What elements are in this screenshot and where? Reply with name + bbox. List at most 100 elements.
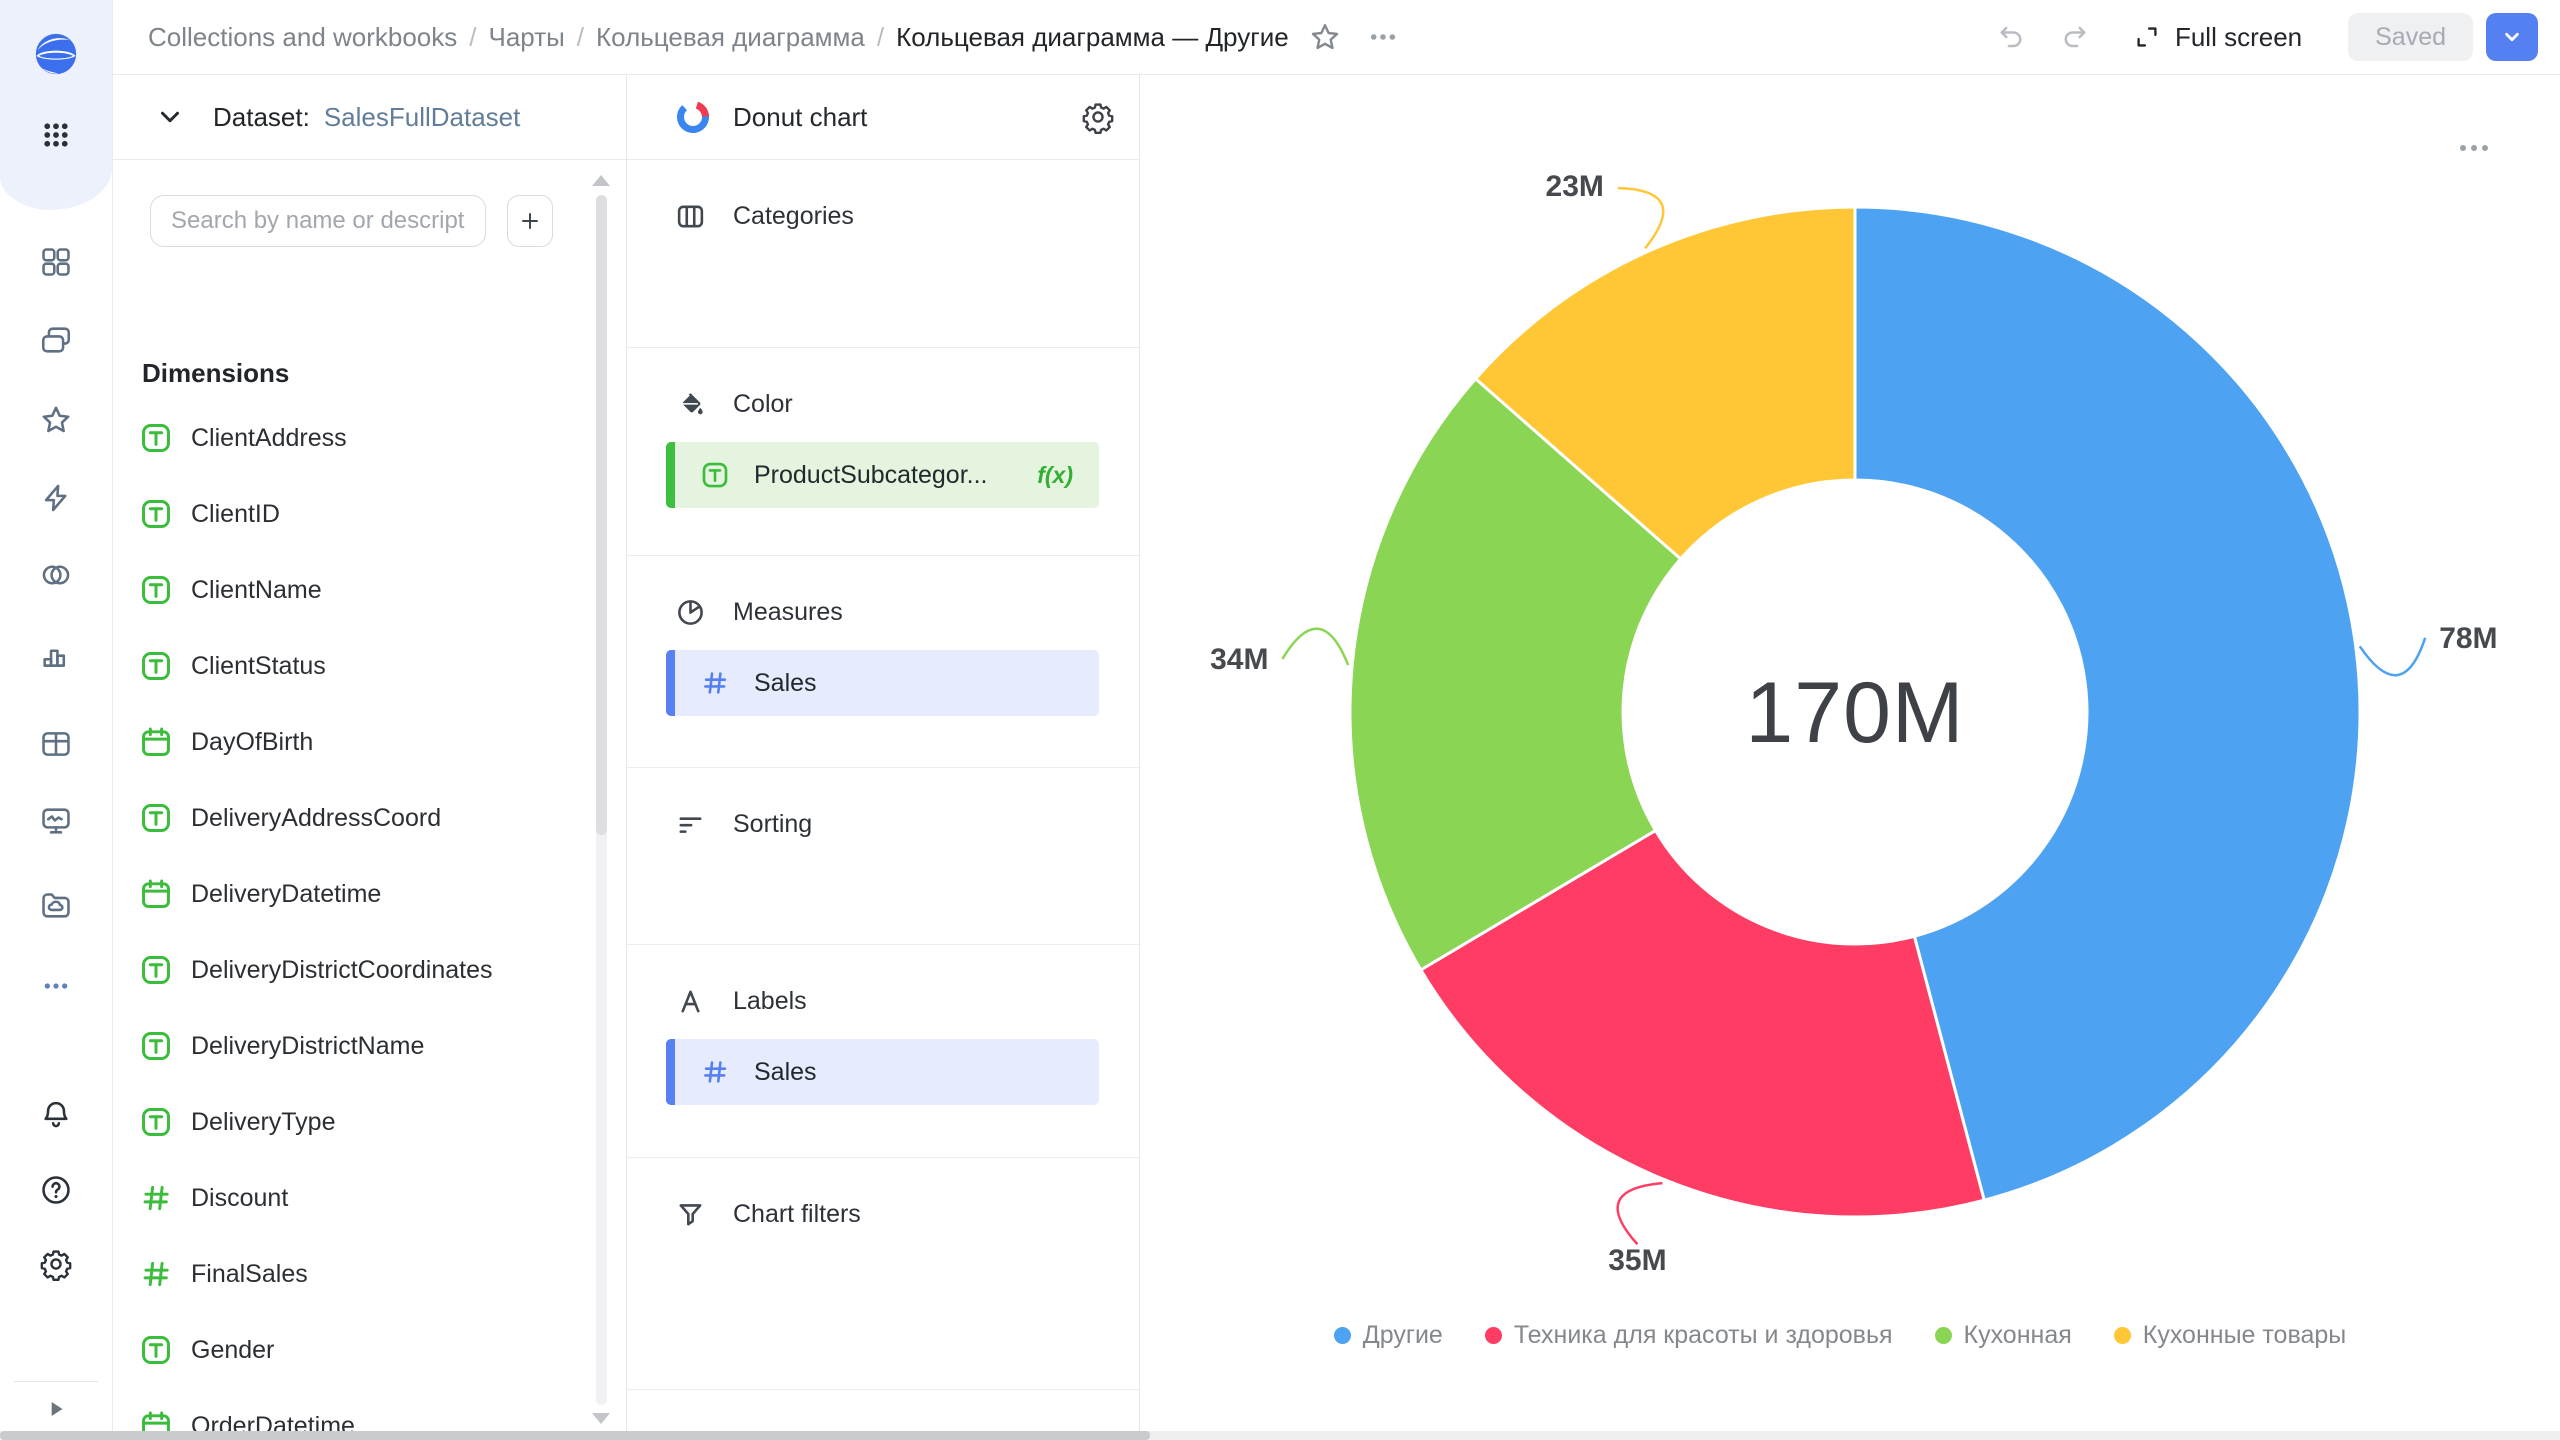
text-type-icon: [139, 1105, 173, 1139]
chart-preview-panel: 78M35M34M23M170M ДругиеТехника для красо…: [1140, 75, 2560, 1440]
paint-bucket-icon: [675, 389, 706, 420]
search-input[interactable]: [150, 195, 486, 247]
section-label: Color: [733, 390, 793, 419]
chevron-down-icon: [2499, 24, 2525, 50]
dataset-field-Gender[interactable]: Gender: [139, 1312, 566, 1388]
legend-item[interactable]: Кухонная: [1935, 1321, 2072, 1350]
legend-dot: [1334, 1327, 1351, 1344]
labels-drop-zone[interactable]: Sales: [666, 1039, 1099, 1105]
config-section-categories: Categories: [627, 160, 1139, 348]
chevron-down-icon[interactable]: [155, 102, 185, 132]
datasets-venn-icon[interactable]: [39, 558, 73, 592]
breadcrumb-item[interactable]: Collections and workbooks: [148, 22, 457, 53]
dataset-field-ClientID[interactable]: ClientID: [139, 476, 566, 552]
dataset-panel: Dataset: SalesFullDataset Dimensions Cli…: [112, 75, 627, 1440]
breadcrumb-item[interactable]: Кольцевая диаграмма: [596, 22, 865, 53]
text-type-icon: [139, 649, 173, 683]
funnel-icon: [675, 1199, 706, 1230]
slice-value-label: 23M: [1546, 170, 1604, 203]
dataset-field-DeliveryDistrictName[interactable]: DeliveryDistrictName: [139, 1008, 566, 1084]
help-icon[interactable]: [39, 1173, 73, 1207]
full-screen-label: Full screen: [2175, 22, 2302, 53]
dataset-field-ClientStatus[interactable]: ClientStatus: [139, 628, 566, 704]
plus-icon: [518, 209, 542, 233]
text-type-icon: [139, 1029, 173, 1063]
measures-drop-zone[interactable]: Sales: [666, 650, 1099, 716]
sidebar-divider: [14, 1381, 98, 1382]
text-type-icon: [139, 573, 173, 607]
tables-icon[interactable]: [39, 727, 73, 761]
undo-icon[interactable]: [1997, 22, 2027, 52]
horizontal-scrollbar-track[interactable]: [0, 1431, 2560, 1440]
notifications-bell-icon[interactable]: [39, 1098, 73, 1132]
dataset-field-DeliveryAddressCoord[interactable]: DeliveryAddressCoord: [139, 780, 566, 856]
dashboards-icon[interactable]: [39, 245, 73, 279]
legend-item[interactable]: Техника для красоты и здоровья: [1485, 1321, 1893, 1350]
field-pill-measures[interactable]: Sales: [666, 650, 1099, 716]
sidebar-expand-icon[interactable]: [43, 1396, 69, 1422]
breadcrumb-item[interactable]: Чарты: [489, 22, 565, 53]
dataset-field-DeliveryDistrictCoordinates[interactable]: DeliveryDistrictCoordinates: [139, 932, 566, 1008]
field-name: ClientAddress: [191, 424, 347, 453]
config-section-chart-filters: Chart filters: [627, 1158, 1139, 1390]
dataset-field-DeliveryDatetime[interactable]: DeliveryDatetime: [139, 856, 566, 932]
date-type-icon: [139, 877, 173, 911]
dataset-field-ClientName[interactable]: ClientName: [139, 552, 566, 628]
save-dropdown-button[interactable]: [2486, 13, 2538, 61]
breadcrumb: Collections and workbooks/Чарты/Кольцева…: [148, 22, 1289, 53]
chart-legend: Другие Техника для красоты и здоровья Кухо…: [1140, 1321, 2540, 1350]
field-pill-color[interactable]: ProductSubcategor...f(x): [666, 442, 1099, 508]
config-section-sorting: Sorting: [627, 768, 1139, 945]
datalens-logo-icon[interactable]: [34, 32, 78, 76]
scroll-down-arrow[interactable]: [592, 1413, 610, 1424]
field-pill-labels[interactable]: Sales: [666, 1039, 1099, 1105]
color-drop-zone[interactable]: ProductSubcategor...f(x): [666, 442, 1099, 508]
scroll-up-arrow[interactable]: [592, 175, 610, 186]
dataset-field-DayOfBirth[interactable]: DayOfBirth: [139, 704, 566, 780]
dataset-field-FinalSales[interactable]: FinalSales: [139, 1236, 566, 1312]
breadcrumb-item[interactable]: Кольцевая диаграмма — Другие: [896, 22, 1289, 53]
redo-icon[interactable]: [2059, 22, 2089, 52]
collections-icon[interactable]: [39, 323, 73, 357]
entry-menu-dots-icon[interactable]: [1367, 21, 1399, 53]
more-services-icon[interactable]: [40, 970, 72, 1002]
number-type-icon: [139, 1181, 173, 1215]
text-type-icon: [700, 460, 730, 490]
config-section-labels: Labels Sales: [627, 945, 1139, 1158]
chart-settings-gear-icon[interactable]: [1081, 100, 1115, 134]
add-field-button[interactable]: [507, 195, 553, 247]
dataset-field-ClientAddress[interactable]: ClientAddress: [139, 400, 566, 476]
dataset-field-Discount[interactable]: Discount: [139, 1160, 566, 1236]
saved-button[interactable]: Saved: [2348, 13, 2473, 61]
text-type-icon: [139, 801, 173, 835]
chart-config-panel: Donut chart Categories Color ProductSubc: [627, 75, 1140, 1440]
legend-item[interactable]: Кухонные товары: [2114, 1321, 2346, 1350]
slice-label-line: [1618, 188, 1663, 248]
dataset-name-link[interactable]: SalesFullDataset: [324, 102, 521, 133]
columns-icon: [675, 201, 706, 232]
legend-item[interactable]: Другие: [1334, 1321, 1443, 1350]
formula-icon: f(x): [1037, 462, 1073, 489]
chart-type-selector[interactable]: Donut chart: [627, 75, 1139, 160]
settings-gear-icon[interactable]: [39, 1247, 73, 1281]
favorites-star-icon[interactable]: [39, 403, 73, 437]
full-screen-button[interactable]: Full screen: [2133, 22, 2302, 53]
datalens-app: Collections and workbooks/Чарты/Кольцева…: [0, 0, 2560, 1440]
favorite-star-icon[interactable]: [1309, 21, 1341, 53]
connections-bolt-icon[interactable]: [39, 481, 73, 515]
monitoring-icon[interactable]: [39, 804, 73, 838]
section-label: Chart filters: [733, 1200, 861, 1229]
scrollbar-thumb[interactable]: [596, 195, 607, 835]
number-type-icon: [700, 668, 730, 698]
topbar-actions: Full screen Saved: [1997, 13, 2538, 61]
storage-folder-icon[interactable]: [39, 888, 73, 922]
charts-icon[interactable]: [39, 638, 73, 672]
legend-label: Другие: [1363, 1321, 1443, 1350]
pill-field-name: Sales: [754, 1058, 817, 1087]
text-type-icon: [139, 953, 173, 987]
horizontal-scrollbar-thumb[interactable]: [0, 1431, 1150, 1440]
field-name: ClientName: [191, 576, 322, 605]
dataset-search-row: [150, 195, 553, 247]
apps-grid-icon[interactable]: [41, 120, 71, 150]
dataset-field-DeliveryType[interactable]: DeliveryType: [139, 1084, 566, 1160]
